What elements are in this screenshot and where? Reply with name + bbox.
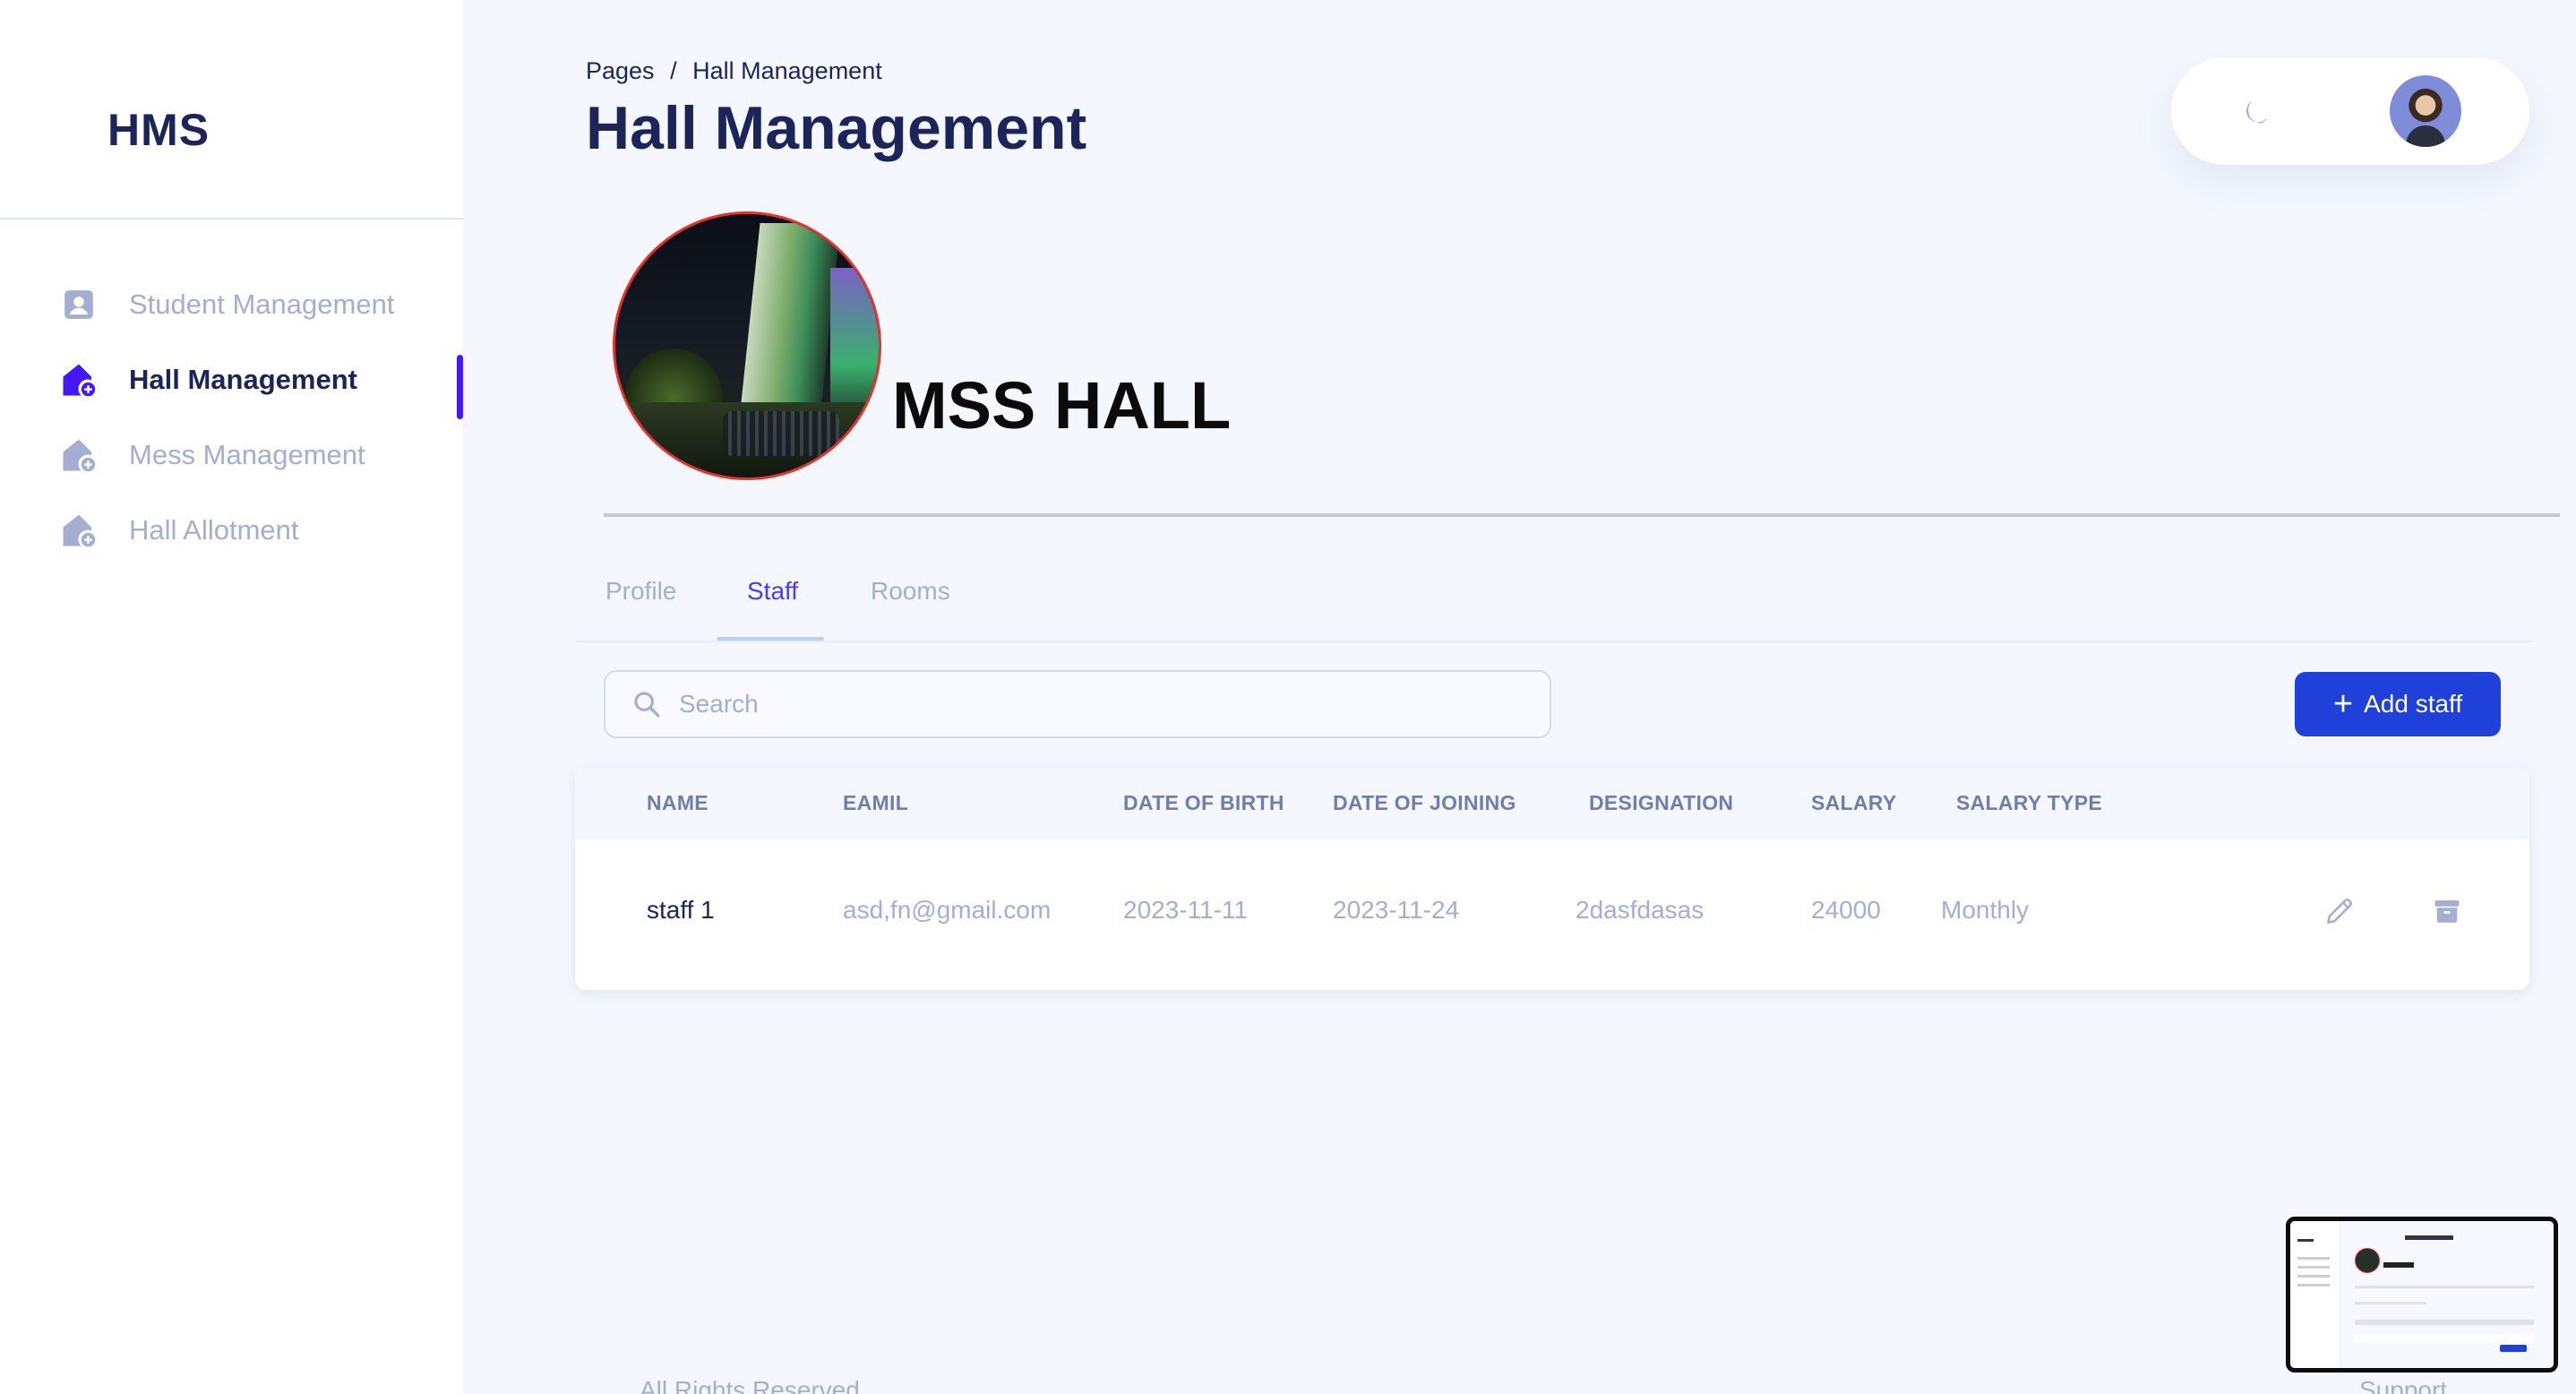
profile-divider [604, 513, 2560, 517]
screen-preview-thumbnail[interactable] [2286, 1217, 2558, 1372]
column-header-salary-type[interactable]: SALARY TYPE [1956, 791, 2102, 815]
pencil-icon [2327, 899, 2352, 924]
cell-doj: 2023-11-24 [1333, 896, 1460, 924]
add-staff-button[interactable]: + Add staff [2295, 672, 2501, 736]
column-header-email[interactable]: EAMIL [843, 791, 908, 815]
breadcrumb-root[interactable]: Pages [586, 57, 655, 84]
cell-email: asd,fn@gmail.com [843, 896, 1052, 924]
sidebar-item-mess-management[interactable]: Mess Management [59, 428, 463, 482]
footer-support-link[interactable]: Support [2359, 1376, 2447, 1394]
sidebar-item-hall-management[interactable]: Hall Management [59, 353, 463, 407]
search-box [604, 670, 1551, 738]
sidebar-item-label: Student Management [129, 288, 395, 320]
cell-designation: 2dasfdasas [1576, 896, 1704, 924]
tab-profile[interactable]: Profile [605, 577, 676, 606]
search-input[interactable] [679, 690, 1485, 719]
breadcrumb: Pages / Hall Management [586, 57, 882, 85]
sidebar-item-hall-allotment[interactable]: Hall Allotment [59, 503, 463, 557]
home-add-icon [59, 435, 99, 475]
cell-salary-type: Monthly [1941, 896, 2030, 924]
tab-rooms[interactable]: Rooms [871, 577, 950, 606]
cell-name: staff 1 [647, 896, 715, 924]
add-staff-label: Add staff [2364, 690, 2463, 718]
user-avatar[interactable] [2390, 75, 2461, 147]
edit-button[interactable] [2322, 893, 2357, 929]
cell-dob: 2023-11-11 [1123, 896, 1249, 924]
staff-table: NAME EAMIL DATE OF BIRTH DATE OF JOINING… [575, 768, 2529, 990]
tab-staff[interactable]: Staff [747, 577, 798, 606]
home-add-icon [59, 511, 99, 550]
sidebar-item-label: Hall Allotment [129, 514, 299, 546]
breadcrumb-current: Hall Management [692, 57, 882, 84]
sidebar-divider [0, 218, 463, 219]
header-actions [2171, 57, 2529, 165]
sidebar-item-student-management[interactable]: Student Management [59, 278, 463, 331]
cell-salary: 24000 [1811, 896, 1881, 924]
hall-name: MSS HALL [892, 368, 1232, 443]
archive-button[interactable] [2429, 893, 2465, 929]
sidebar-item-label: Hall Management [129, 364, 357, 395]
person-badge-icon [59, 285, 99, 324]
archive-icon [2434, 900, 2460, 923]
home-add-icon [59, 360, 99, 400]
active-nav-indicator [457, 355, 463, 419]
hall-photo [613, 211, 881, 480]
tabs-divider [577, 641, 2531, 642]
dark-mode-toggle[interactable] [2236, 91, 2275, 131]
column-header-designation[interactable]: DESIGNATION [1589, 791, 1733, 815]
column-header-name[interactable]: NAME [647, 791, 708, 815]
app-logo[interactable]: HMS [107, 104, 210, 156]
column-header-dob[interactable]: DATE OF BIRTH [1123, 791, 1284, 815]
table-header: NAME EAMIL DATE OF BIRTH DATE OF JOINING… [575, 768, 2529, 839]
plus-icon: + [2332, 685, 2354, 723]
sidebar-item-label: Mess Management [129, 439, 365, 470]
page-title: Hall Management [586, 94, 1087, 162]
search-icon [629, 686, 665, 722]
moon-icon [2246, 100, 2268, 124]
breadcrumb-separator: / [670, 57, 677, 84]
column-header-salary[interactable]: SALARY [1811, 791, 1897, 815]
footer-copyright: All Rights Reserved [640, 1376, 860, 1394]
column-header-doj[interactable]: DATE OF JOINING [1333, 791, 1516, 815]
sidebar: HMS Student Management Hall Management M… [0, 0, 463, 1394]
